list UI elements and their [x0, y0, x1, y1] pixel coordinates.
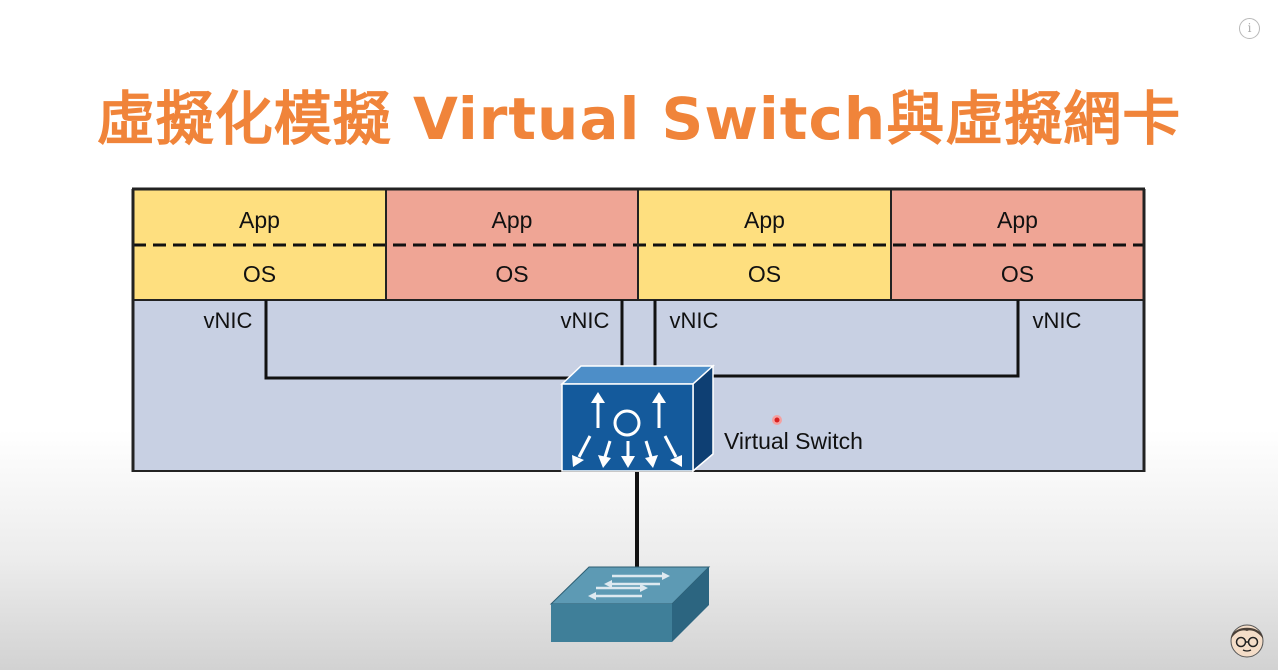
- vnic-label-1: vNIC: [204, 308, 253, 333]
- avatar-icon: [1230, 624, 1264, 658]
- physical-switch-icon: [549, 566, 711, 642]
- vm-4-app-label: App: [997, 207, 1038, 233]
- vm-1-app-label: App: [239, 207, 280, 233]
- vnic-label-2: vNIC: [561, 308, 610, 333]
- virtual-switch-label: Virtual Switch: [724, 428, 863, 454]
- laser-pointer-dot: [772, 415, 782, 425]
- virtualization-diagram: App OS App OS App OS App OS vNIC vNIC vN…: [131, 187, 1146, 642]
- vnic-label-4: vNIC: [1033, 308, 1082, 333]
- vm-3-app-label: App: [744, 207, 785, 233]
- virtual-switch-icon: [560, 364, 715, 473]
- vm-2-app-label: App: [492, 207, 533, 233]
- vnic-label-3: vNIC: [670, 308, 719, 333]
- vm-4-os-label: OS: [1001, 261, 1034, 287]
- vm-3-os-label: OS: [748, 261, 781, 287]
- vm-2-os-label: OS: [495, 261, 528, 287]
- vm-1-os-label: OS: [243, 261, 276, 287]
